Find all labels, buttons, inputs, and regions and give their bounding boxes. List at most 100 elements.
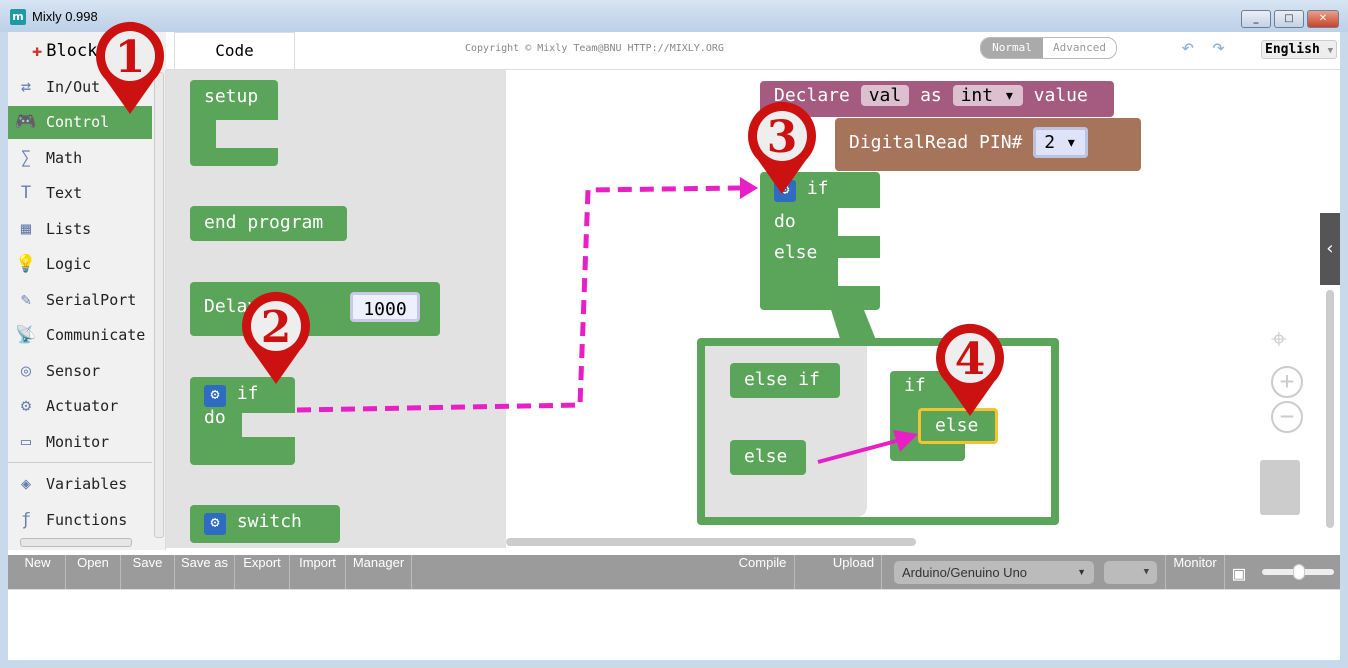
app-icon: m [10,9,26,25]
manager-button[interactable]: Manager [346,555,412,589]
recenter-icon[interactable]: ⌖ [1271,322,1287,356]
variable-name-input[interactable]: val [860,85,910,106]
mutator-else-if-block[interactable]: else if [730,363,840,398]
serial-icon: ✎ [20,289,32,310]
digitalread-block[interactable]: DigitalRead PIN# 2 ▾ [835,118,1141,171]
marker-3: 3 [748,101,816,194]
marker-2: 2 [242,291,310,384]
text-icon: T [20,183,32,203]
if-label: if [904,375,926,396]
sidebar-item-label: Lists [46,219,92,238]
monitor-button[interactable]: Monitor [1165,555,1225,589]
switch-label: switch [236,511,302,532]
title-bar [0,0,1348,32]
type-select[interactable]: int ▾ [952,85,1023,106]
sidebar-item-serialport[interactable]: ✎ SerialPort [8,283,152,316]
sidebar-item-sensor[interactable]: ◎ Sensor [8,354,152,387]
end-program-block[interactable]: end program [190,206,347,241]
if-block[interactable]: ⚙ if do [190,377,295,465]
sidebar-item-communicate[interactable]: 📡 Communicate [8,319,152,352]
sidebar-item-actuator[interactable]: ⚙ Actuator [8,390,152,423]
undo-icon[interactable]: ↶ [1181,35,1194,60]
do-label: do [204,407,226,428]
import-button[interactable]: Import [290,555,346,589]
upload-button[interactable]: Upload [826,555,882,589]
save-as-button[interactable]: Save as [175,555,235,589]
slider-handle[interactable] [1293,564,1305,580]
setup-block[interactable]: setup [190,80,278,166]
chevron-down-icon: ▼ [1077,567,1086,577]
mode-normal[interactable]: Normal [981,38,1043,58]
marker-number: 1 [115,32,146,83]
sidebar-item-label: Math [46,148,83,167]
sidebar-scrollbar[interactable] [154,72,164,538]
switch-block[interactable]: ⚙ switch [190,505,340,543]
actuator-icon: ⚙ [20,396,32,416]
type-value: int [960,85,994,106]
variables-icon: ◈ [20,474,32,494]
sidebar-item-logic[interactable]: 💡 Logic [8,248,152,281]
copyright: Copyright © Mixly Team@BNU HTTP://MIXLY.… [465,43,724,54]
sidebar-item-functions[interactable]: ƒ Functions [8,503,152,536]
sidebar-item-variables[interactable]: ◈ Variables [8,468,152,501]
delay-value-input[interactable]: 1000 [350,292,420,322]
trash-icon[interactable] [1260,460,1300,515]
window-title: Mixly 0.998 [32,9,98,24]
lists-icon: ▦ [20,218,32,239]
workspace-hscrollbar[interactable] [506,538,916,546]
gear-icon[interactable]: ⚙ [204,513,226,535]
board-select[interactable]: Arduino/Genuino Uno ▼ [894,561,1094,584]
collapse-panel-button[interactable]: ‹ [1320,213,1340,285]
mode-advanced[interactable]: Advanced [1043,38,1116,58]
pin-value: 2 [1044,132,1056,153]
sidebar-item-label: Monitor [46,432,110,451]
sidebar-item-label: Communicate [46,326,146,344]
tab-code[interactable]: Code [174,32,295,70]
port-select[interactable]: ▼ [1104,561,1157,584]
zoom-out-icon[interactable]: − [1271,401,1303,433]
sidebar-item-label: Logic [46,255,92,273]
if-label: if [236,383,259,404]
redo-icon[interactable]: ↷ [1212,35,1225,60]
mutator-else-block[interactable]: else [730,440,806,475]
satellite-icon: 📡 [15,325,37,345]
sidebar-item-math[interactable]: ∑ Math [8,141,152,174]
as-label: as [920,85,942,106]
close-button[interactable]: ✕ [1307,10,1339,28]
new-button[interactable]: New [10,555,66,589]
maximize-button[interactable]: □ [1274,10,1304,28]
gear-icon[interactable]: ⚙ [204,385,226,407]
language-select[interactable]: English ▼ [1261,40,1337,59]
setup-label: setup [204,86,259,107]
arrows-icon: ⇄ [20,76,32,97]
workspace-vscrollbar[interactable] [1326,290,1334,528]
marker-number: 3 [767,112,798,163]
export-button[interactable]: Export [235,555,290,589]
chevron-down-icon: ▼ [1327,46,1334,56]
sidebar-hscrollbar[interactable] [20,538,132,547]
output-console [8,589,1340,660]
speed-slider[interactable] [1262,564,1334,580]
delay-block[interactable]: Delay 1000 [190,282,440,336]
sidebar-item-label: Variables [46,475,128,493]
sidebar-item-monitor[interactable]: ▭ Monitor [8,425,152,458]
bulb-icon: 💡 [15,254,37,274]
pin-select[interactable]: 2 ▾ [1033,127,1088,158]
math-icon: ∑ [20,147,32,168]
save-button[interactable]: Save [121,555,175,589]
minimize-button[interactable]: _ [1241,10,1271,28]
sidebar-item-text[interactable]: T Text [8,177,152,210]
divider [8,462,152,463]
compile-button[interactable]: Compile [731,555,795,589]
sidebar-item-label: Functions [46,510,128,529]
marker-number: 2 [261,302,292,353]
else-label: else [774,242,818,263]
open-button[interactable]: Open [66,555,121,589]
zoom-in-icon[interactable]: + [1271,366,1303,398]
sidebar-item-lists[interactable]: ▦ Lists [8,212,152,245]
do-label: do [774,211,796,232]
marker-number: 4 [955,334,986,385]
mode-toggle[interactable]: Normal Advanced [980,37,1117,59]
chip-icon: ▣ [1233,561,1246,585]
marker-4: 4 [936,323,1004,416]
